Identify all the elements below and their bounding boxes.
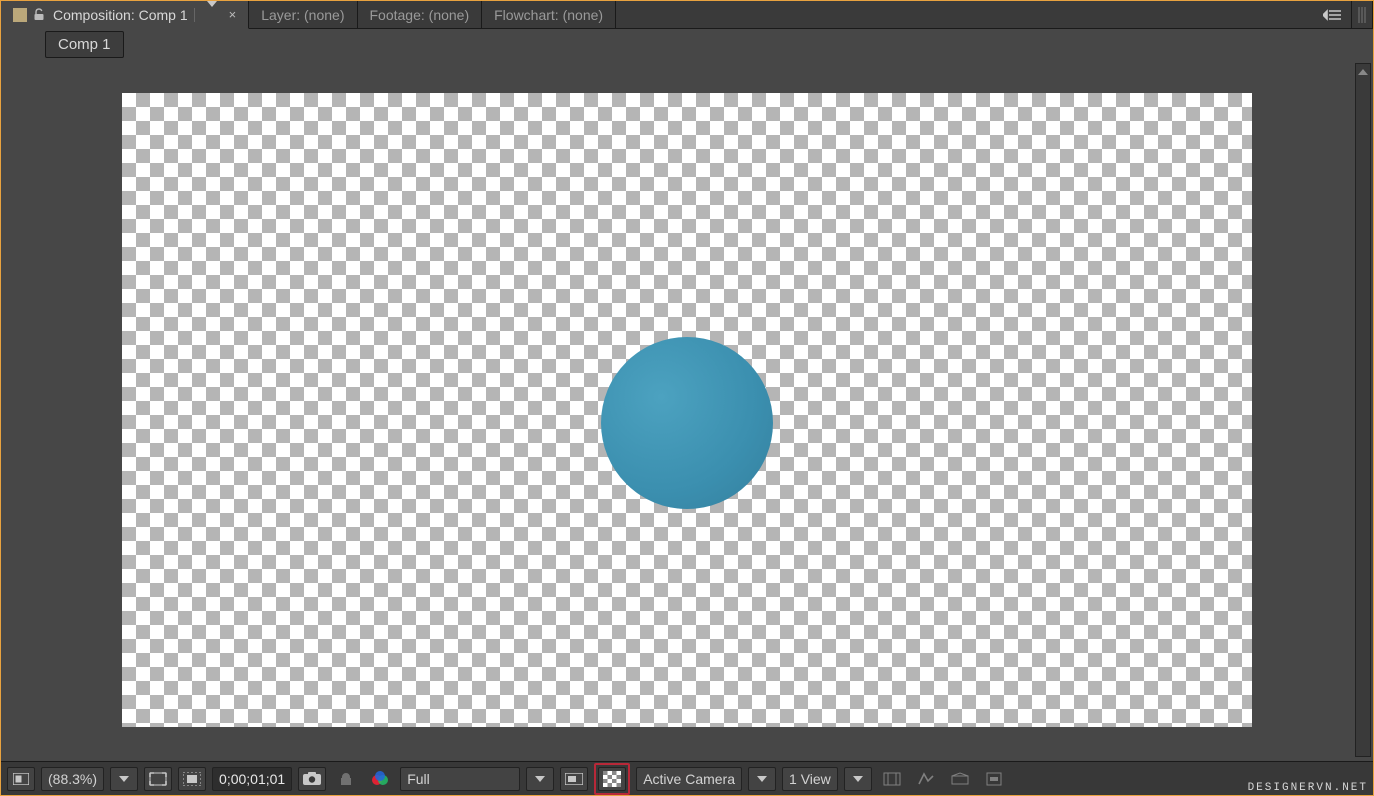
watermark-text: DESIGNERVN.NET [1248,782,1368,794]
resolution-dropdown-caret[interactable] [526,767,554,791]
breadcrumb-comp[interactable]: Comp 1 [45,31,124,58]
roi-button[interactable] [144,767,172,791]
pixel-aspect-button[interactable] [878,767,906,791]
timecode-value: 0;00;01;01 [219,771,285,787]
rgb-channels-button[interactable] [366,767,394,791]
always-preview-button[interactable] [7,767,35,791]
composition-panel: Composition: Comp 1 × Layer: (none) Foot… [0,0,1374,796]
scroll-up-icon[interactable] [1356,65,1370,79]
composition-breadcrumb-row: Comp 1 [1,29,1373,59]
resolution-dropdown[interactable]: Full [400,767,520,791]
breadcrumb-comp-label: Comp 1 [58,36,111,53]
tab-composition-label: Composition: Comp 1 [53,7,188,23]
views-dropdown[interactable]: 1 View [782,767,838,791]
vertical-scrollbar[interactable] [1355,63,1371,757]
transparency-grid-small-button[interactable] [178,767,206,791]
unlock-icon[interactable] [33,8,45,21]
fast-previews-button[interactable] [560,767,588,791]
canvas-transparency-grid [122,93,1252,727]
blue-circle-layer[interactable] [601,337,773,509]
panel-grip[interactable] [1352,1,1373,28]
exposure-button[interactable] [980,767,1008,791]
show-channel-button[interactable] [332,767,360,791]
panel-tab-bar: Composition: Comp 1 × Layer: (none) Foot… [1,1,1373,29]
tab-composition[interactable]: Composition: Comp 1 × [1,1,249,29]
tab-layer-label: Layer: (none) [261,7,344,23]
composition-color-swatch [13,8,27,22]
active-camera-dropdown[interactable]: Active Camera [636,767,742,791]
tab-layer[interactable]: Layer: (none) [249,1,357,28]
snapshot-button[interactable] [298,767,326,791]
fast-draft-button[interactable] [912,767,940,791]
active-camera-value: Active Camera [643,771,735,787]
close-icon[interactable]: × [229,7,237,22]
tab-composition-dropdown[interactable] [207,7,217,23]
tab-flowchart-label: Flowchart: (none) [494,7,603,23]
resolution-value: Full [407,771,430,787]
tab-footage-label: Footage: (none) [370,7,470,23]
views-dropdown-caret[interactable] [844,767,872,791]
transparency-grid-highlight [594,763,630,795]
views-value: 1 View [789,771,831,787]
tab-flowchart[interactable]: Flowchart: (none) [482,1,616,28]
zoom-dropdown-caret[interactable] [110,767,138,791]
timeline-button[interactable] [946,767,974,791]
viewer-bottom-toolbar: (88.3%) 0;00;01;01 Full [1,761,1373,795]
active-camera-dropdown-caret[interactable] [748,767,776,791]
zoom-dropdown[interactable]: (88.3%) [41,767,104,791]
composition-viewer[interactable] [1,59,1373,761]
timecode-display[interactable]: 0;00;01;01 [212,767,292,791]
zoom-value: (88.3%) [48,771,97,787]
panel-menu-button[interactable] [1313,1,1352,28]
tab-footage[interactable]: Footage: (none) [358,1,483,28]
toggle-transparency-grid-button[interactable] [598,767,626,791]
